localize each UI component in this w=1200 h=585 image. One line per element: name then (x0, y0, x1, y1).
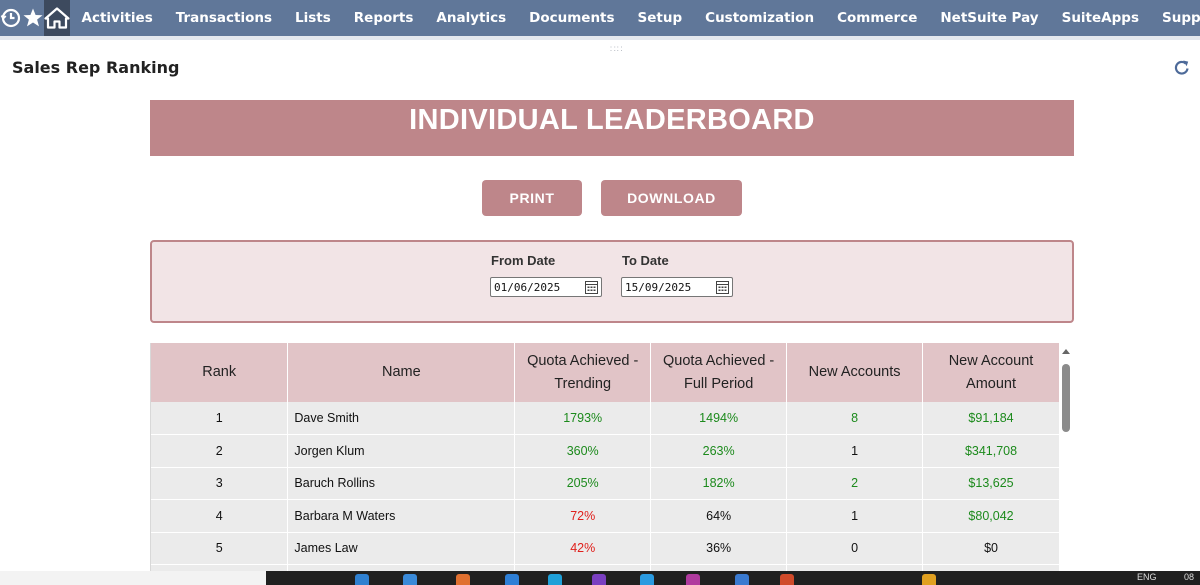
taskbar-app-icon[interactable] (548, 574, 562, 585)
leaderboard-table-container[interactable]: Rank Name Quota Achieved - Trending Quota… (150, 343, 1059, 573)
star-icon[interactable] (22, 0, 44, 36)
nav-netsuite-pay[interactable]: NetSuite Pay (929, 0, 1050, 36)
taskbar-app-icon[interactable] (686, 574, 700, 585)
cell-new-accounts: 1 (786, 434, 924, 468)
nav-divider (0, 36, 1200, 40)
cell-new-amount: $0 (922, 532, 1059, 565)
scrollbar-thumb[interactable] (1062, 364, 1070, 432)
table-row: 4 Barbara M Waters 72% 64% 1 $80,042 (151, 499, 1059, 533)
taskbar-app-icon[interactable] (592, 574, 606, 585)
cell-new-amount: $13,625 (922, 467, 1059, 500)
scroll-up-arrow-icon[interactable] (1062, 349, 1070, 354)
cell-rank: 1 (151, 402, 289, 435)
cell-quota-trending: 42% (514, 532, 652, 565)
leaderboard-title: INDIVIDUAL LEADERBOARD (409, 104, 815, 136)
cell-quota-full: 64% (650, 499, 788, 533)
nav-analytics[interactable]: Analytics (425, 0, 518, 36)
from-date-input[interactable]: 01/06/2025 (490, 277, 602, 297)
taskbar-app-icon[interactable] (922, 574, 936, 585)
header-quota-trending[interactable]: Quota Achieved - Trending (514, 343, 652, 402)
nav-setup[interactable]: Setup (626, 0, 694, 36)
cell-rank: 2 (151, 434, 289, 468)
calendar-icon[interactable] (585, 280, 598, 294)
cell-new-amount: $80,042 (922, 499, 1059, 533)
refresh-icon[interactable] (1172, 58, 1192, 78)
recent-icon[interactable] (0, 0, 22, 36)
cell-name: Dave Smith (287, 402, 516, 435)
nav-reports[interactable]: Reports (342, 0, 425, 36)
print-button[interactable]: PRINT (482, 180, 582, 216)
cell-new-accounts: 8 (786, 402, 924, 435)
table-header-row: Rank Name Quota Achieved - Trending Quota… (151, 343, 1059, 402)
top-navigation-bar: Activities Transactions Lists Reports An… (0, 0, 1200, 36)
date-filter-panel (150, 240, 1074, 323)
from-date-value: 01/06/2025 (494, 280, 561, 294)
taskbar-app-icon[interactable] (780, 574, 794, 585)
cell-rank: 5 (151, 532, 289, 565)
cell-new-accounts: 2 (786, 467, 924, 500)
drag-handle-icon[interactable]: ∷∷ (610, 44, 623, 55)
nav-support[interactable]: Support (1150, 0, 1200, 36)
to-date-value: 15/09/2025 (625, 280, 692, 294)
cell-quota-trending: 1793% (514, 402, 652, 435)
taskbar-app-icon[interactable] (403, 574, 417, 585)
nav-activities[interactable]: Activities (70, 0, 164, 36)
home-icon[interactable] (44, 0, 70, 36)
table-row: 2 Jorgen Klum 360% 263% 1 $341,708 (151, 434, 1059, 468)
os-taskbar: ENG 08 (0, 571, 1200, 585)
header-new-accounts[interactable]: New Accounts (786, 343, 924, 402)
header-name[interactable]: Name (287, 343, 516, 402)
cell-name: Baruch Rollins (287, 467, 516, 500)
cell-name: James Law (287, 532, 516, 565)
nav-customization[interactable]: Customization (694, 0, 826, 36)
nav-commerce[interactable]: Commerce (826, 0, 929, 36)
taskbar-app-icon[interactable] (355, 574, 369, 585)
cell-name: Barbara M Waters (287, 499, 516, 533)
cell-quota-full: 1494% (650, 402, 788, 435)
taskbar-language[interactable]: ENG (1137, 572, 1157, 582)
nav-transactions[interactable]: Transactions (164, 0, 283, 36)
taskbar-app-icon[interactable] (456, 574, 470, 585)
cell-new-accounts: 1 (786, 499, 924, 533)
cell-quota-full: 263% (650, 434, 788, 468)
cell-new-accounts: 0 (786, 532, 924, 565)
taskbar-clock[interactable]: 08 (1184, 572, 1194, 582)
download-button[interactable]: DOWNLOAD (601, 180, 742, 216)
leaderboard-banner: INDIVIDUAL LEADERBOARD (150, 100, 1074, 156)
header-rank[interactable]: Rank (151, 343, 289, 402)
to-date-input[interactable]: 15/09/2025 (621, 277, 733, 297)
taskbar-app-icon[interactable] (640, 574, 654, 585)
nav-suiteapps[interactable]: SuiteApps (1050, 0, 1150, 36)
taskbar-app-icon[interactable] (505, 574, 519, 585)
taskbar-search[interactable] (0, 571, 266, 585)
cell-quota-full: 36% (650, 532, 788, 565)
cell-name: Jorgen Klum (287, 434, 516, 468)
header-new-account-amount[interactable]: New Account Amount (922, 343, 1059, 402)
cell-quota-trending: 72% (514, 499, 652, 533)
nav-lists[interactable]: Lists (284, 0, 343, 36)
cell-new-amount: $341,708 (922, 434, 1059, 468)
cell-rank: 4 (151, 499, 289, 533)
cell-quota-trending: 205% (514, 467, 652, 500)
cell-quota-trending: 360% (514, 434, 652, 468)
header-quota-full-period[interactable]: Quota Achieved - Full Period (650, 343, 788, 402)
table-row: 1 Dave Smith 1793% 1494% 8 $91,184 (151, 402, 1059, 435)
to-date-label: To Date (622, 253, 669, 268)
table-row: 3 Baruch Rollins 205% 182% 2 $13,625 (151, 467, 1059, 500)
cell-quota-full: 182% (650, 467, 788, 500)
taskbar-app-icon[interactable] (735, 574, 749, 585)
leaderboard-table: Rank Name Quota Achieved - Trending Quota… (151, 343, 1059, 573)
from-date-label: From Date (491, 253, 556, 268)
calendar-icon[interactable] (716, 280, 729, 294)
table-row: 5 James Law 42% 36% 0 $0 (151, 532, 1059, 565)
cell-rank: 3 (151, 467, 289, 500)
nav-documents[interactable]: Documents (518, 0, 626, 36)
page-title: Sales Rep Ranking (12, 58, 180, 77)
cell-new-amount: $91,184 (922, 402, 1059, 435)
